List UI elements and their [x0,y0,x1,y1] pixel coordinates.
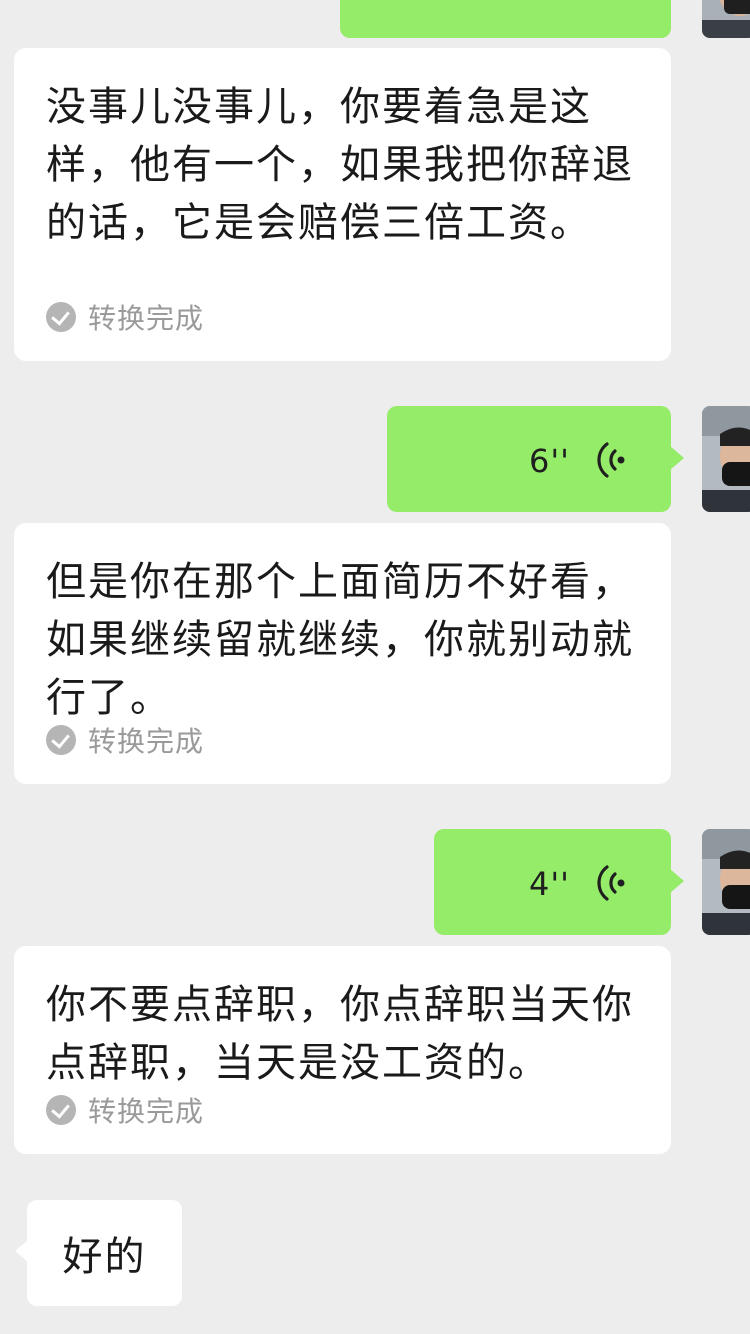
message-text: 好的 [62,1234,147,1280]
check-circle-icon [46,1095,76,1125]
voice-message-bubble-top[interactable] [340,0,671,38]
sender-avatar-top[interactable] [702,0,750,38]
transcript-text: 你不要点辞职，你点辞职当天你点辞职，当天是没工资的。 [46,982,634,1086]
voice-message-bubble-1[interactable]: 6'' [387,406,684,512]
voice-duration: 6'' [529,442,570,480]
voice-wave-icon [597,442,625,478]
voice-transcript-1[interactable]: 没事儿没事儿，你要着急是这样，他有一个，如果我把你辞退的话，它是会赔偿三倍工资。… [14,48,671,361]
avatar-image [702,406,750,512]
sender-avatar-2[interactable] [702,829,750,935]
check-circle-icon [46,725,76,755]
voice-transcript-3[interactable]: 你不要点辞职，你点辞职当天你点辞职，当天是没工资的。 转换完成 [14,946,671,1154]
status-label: 转换完成 [88,725,205,758]
transcript-status: 转换完成 [46,297,204,337]
received-message-bubble[interactable]: 好的 [15,1200,182,1306]
voice-message-bubble-2[interactable]: 4'' [434,829,684,935]
avatar-image [702,829,750,935]
transcript-text: 没事儿没事儿，你要着急是这样，他有一个，如果我把你辞退的话，它是会赔偿三倍工资。 [46,84,634,246]
transcript-text: 但是你在那个上面简历不好看，如果继续留就继续，你就别动就行了。 [46,559,634,721]
transcript-status: 转换完成 [46,720,204,760]
voice-wave-icon [597,865,625,901]
status-label: 转换完成 [88,1095,205,1128]
check-circle-icon [46,302,76,332]
sender-avatar-1[interactable] [702,406,750,512]
transcript-status: 转换完成 [46,1090,204,1130]
avatar-image [702,0,750,38]
voice-transcript-2[interactable]: 但是你在那个上面简历不好看，如果继续留就继续，你就别动就行了。 转换完成 [14,523,671,784]
chat-message-list[interactable]: 没事儿没事儿，你要着急是这样，他有一个，如果我把你辞退的话，它是会赔偿三倍工资。… [0,0,750,1334]
voice-duration: 4'' [529,865,570,903]
status-label: 转换完成 [88,302,205,335]
